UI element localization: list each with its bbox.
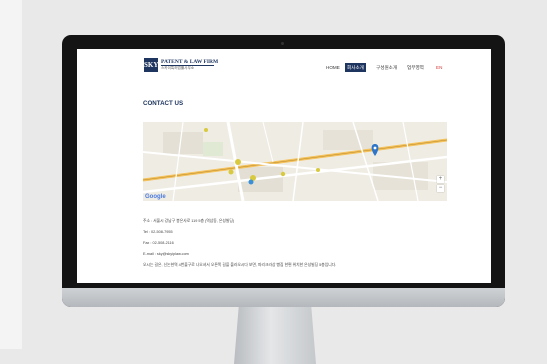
camera-dot	[281, 42, 284, 45]
zoom-out-button[interactable]: −	[437, 185, 444, 192]
contact-tel: Tel : 02-508-7955	[143, 230, 173, 234]
nav-item-practice[interactable]: 업무영역	[405, 63, 426, 72]
location-map[interactable]: Google + −	[143, 122, 447, 201]
nav-item-about[interactable]: 회사소개	[345, 63, 366, 72]
monitor-chin	[62, 288, 505, 307]
contact-email[interactable]: E-mail : sky@skyiplaw.com	[143, 252, 189, 256]
page-left-margin	[0, 0, 22, 349]
page-title: CONTACT US	[143, 100, 184, 107]
google-attribution: Google	[145, 194, 166, 200]
contact-address: 주소 : 서울시 강남구 봉은사로 119 5층 (역삼동, 은성빌딩)	[143, 219, 235, 223]
nav-item-home[interactable]: HOME	[324, 63, 342, 72]
nav-item-members[interactable]: 구성원소개	[374, 63, 399, 72]
nav-item-language[interactable]: EN	[434, 63, 444, 72]
main-nav: HOME 회사소개 구성원소개 업무영역 EN	[77, 63, 491, 73]
map-graphic	[143, 122, 447, 201]
contact-directions: 오시는 길은, 신논현역 4번출구로 나오셔서 오른쪽 길을 올라오시다 보면,…	[143, 263, 337, 267]
zoom-in-button[interactable]: +	[437, 176, 444, 183]
contact-fax: Fax : 02-508-2116	[143, 241, 174, 245]
monitor-stand	[234, 304, 316, 364]
website-screen: SKY PATENT & LAW FIRM 스카이특허법률사무소 HOME 회사…	[77, 49, 491, 283]
